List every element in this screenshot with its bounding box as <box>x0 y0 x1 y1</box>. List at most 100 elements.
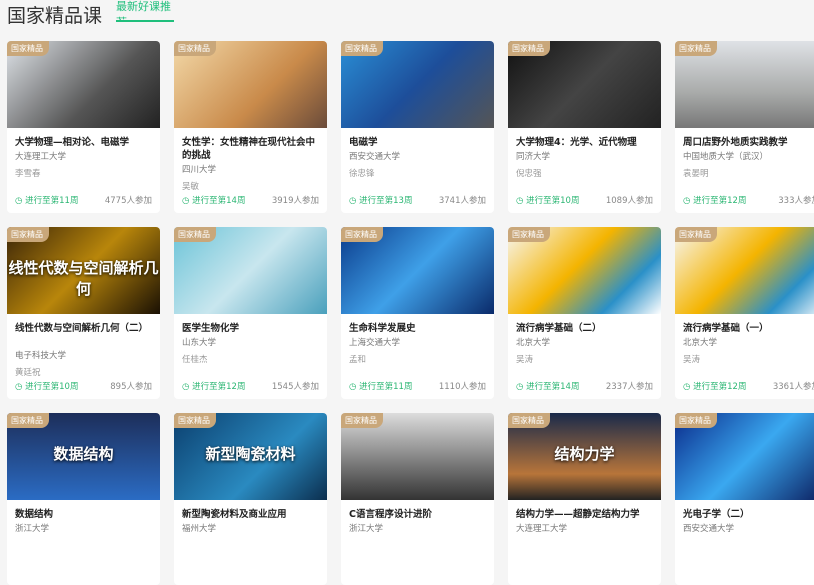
enroll-count: 1545人参加 <box>271 382 319 392</box>
national-badge: 国家精品 <box>7 413 49 428</box>
clock-icon: ◷ <box>516 196 527 206</box>
course-thumbnail[interactable]: 国家精品 线性代数与空间解析几何 <box>7 227 160 314</box>
course-thumbnail[interactable]: 国家精品 数据结构 <box>7 413 160 500</box>
course-title[interactable]: 周口店野外地质实践教学 <box>683 136 814 149</box>
course-card[interactable]: 国家精品 医学生物化学 山东大学 任桂杰 ◷ 进行至第12周 1545人参加 <box>174 227 327 399</box>
course-card[interactable]: 国家精品 数据结构 数据结构 浙江大学 <box>7 413 160 585</box>
course-thumbnail[interactable]: 国家精品 结构力学 <box>508 413 661 500</box>
clock-icon: ◷ <box>683 196 694 206</box>
national-badge: 国家精品 <box>675 413 717 428</box>
course-school: 山东大学 <box>182 338 217 348</box>
clock-icon: ◷ <box>349 382 360 392</box>
course-card[interactable]: 国家精品 周口店野外地质实践教学 中国地质大学（武汉） 袁晏明 ◷ 进行至第12… <box>675 41 814 213</box>
course-school: 中国地质大学（武汉） <box>683 152 769 162</box>
course-school: 同济大学 <box>516 152 551 162</box>
course-card[interactable]: 国家精品 大学物理—相对论、电磁学 大连理工大学 李雪春 ◷ 进行至第11周 47… <box>7 41 160 213</box>
course-title[interactable]: 流行病学基础（二） <box>516 322 653 335</box>
course-school: 大连理工大学 <box>15 152 67 162</box>
enroll-count: 3741人参加 <box>438 196 486 206</box>
course-title[interactable]: 流行病学基础（一） <box>683 322 814 335</box>
course-thumbnail[interactable]: 国家精品 新型陶瓷材料 <box>174 413 327 500</box>
course-title[interactable]: 电磁学 <box>349 136 486 149</box>
course-school: 福州大学 <box>182 524 217 534</box>
course-title[interactable]: 结构力学——超静定结构力学 <box>516 508 653 521</box>
national-badge: 国家精品 <box>508 227 550 242</box>
national-badge: 国家精品 <box>675 227 717 242</box>
course-teacher: 吴涛 <box>683 355 701 365</box>
course-teacher: 孟和 <box>349 355 367 365</box>
course-title[interactable]: 女性学：女性精神在现代社会中的挑战 <box>182 136 319 162</box>
course-thumbnail[interactable]: 国家精品 <box>675 41 814 128</box>
course-card[interactable]: 国家精品 线性代数与空间解析几何 线性代数与空间解析几何（二） 电子科技大学 黄… <box>7 227 160 399</box>
clock-icon: ◷ <box>182 382 193 392</box>
course-school: 浙江大学 <box>15 524 50 534</box>
course-card[interactable]: 国家精品 结构力学 结构力学——超静定结构力学 大连理工大学 <box>508 413 661 585</box>
course-school: 电子科技大学 <box>15 351 67 361</box>
course-card[interactable]: 国家精品 生命科学发展史 上海交通大学 孟和 ◷ 进行至第11周 1110人参加 <box>341 227 494 399</box>
course-title[interactable]: 生命科学发展史 <box>349 322 486 335</box>
clock-icon: ◷ <box>516 382 527 392</box>
course-card[interactable]: 国家精品 C语言程序设计进阶 浙江大学 <box>341 413 494 585</box>
course-thumbnail[interactable]: 国家精品 <box>341 413 494 500</box>
course-teacher: 任桂杰 <box>182 355 208 365</box>
course-thumbnail[interactable]: 国家精品 <box>508 227 661 314</box>
course-card[interactable]: 国家精品 流行病学基础（二） 北京大学 吴涛 ◷ 进行至第14周 2337人参加 <box>508 227 661 399</box>
course-card[interactable]: 国家精品 大学物理4：光学、近代物理 同济大学 倪忠强 ◷ 进行至第10周 108… <box>508 41 661 213</box>
course-thumbnail[interactable]: 国家精品 <box>341 227 494 314</box>
national-badge: 国家精品 <box>174 227 216 242</box>
course-title[interactable]: 光电子学（二） <box>683 508 814 521</box>
enroll-count: 895人参加 <box>110 382 152 392</box>
course-card[interactable]: 国家精品 光电子学（二） 西安交通大学 <box>675 413 814 585</box>
course-thumbnail[interactable]: 国家精品 <box>174 41 327 128</box>
course-title[interactable]: 数据结构 <box>15 508 152 521</box>
course-thumbnail[interactable]: 国家精品 <box>174 227 327 314</box>
national-badge: 国家精品 <box>341 227 383 242</box>
course-title[interactable]: C语言程序设计进阶 <box>349 508 486 521</box>
tab-latest-recommended[interactable]: 最新好课推荐 <box>116 0 174 22</box>
national-badge: 国家精品 <box>508 413 550 428</box>
course-teacher: 黄廷祝 <box>15 368 41 378</box>
progress-status: ◷ 进行至第11周 <box>15 194 78 206</box>
page-title: 国家精品课 <box>7 5 103 27</box>
national-badge: 国家精品 <box>7 41 49 56</box>
progress-status: ◷ 进行至第13周 <box>349 194 412 206</box>
clock-icon: ◷ <box>683 382 694 392</box>
national-badge: 国家精品 <box>174 41 216 56</box>
enroll-count: 1089人参加 <box>605 196 653 206</box>
course-school: 四川大学 <box>182 165 217 175</box>
course-card[interactable]: 国家精品 流行病学基础（一） 北京大学 吴涛 ◷ 进行至第12周 3361人参加 <box>675 227 814 399</box>
progress-text: 进行至第12周 <box>192 382 246 392</box>
progress-text: 进行至第12周 <box>693 382 747 392</box>
progress-status: ◷ 进行至第10周 <box>516 194 579 206</box>
progress-status: ◷ 进行至第12周 <box>182 380 245 392</box>
course-school: 西安交通大学 <box>683 524 735 534</box>
course-thumbnail[interactable]: 国家精品 <box>341 41 494 128</box>
thumbnail-text: 新型陶瓷材料 <box>205 445 296 463</box>
course-card[interactable]: 国家精品 新型陶瓷材料 新型陶瓷材料及商业应用 福州大学 <box>174 413 327 585</box>
course-teacher: 倪忠强 <box>516 169 542 179</box>
progress-text: 进行至第14周 <box>526 382 580 392</box>
national-badge: 国家精品 <box>7 227 49 242</box>
thumbnail-text: 线性代数与空间解析几何 <box>8 259 159 298</box>
course-title[interactable]: 大学物理4：光学、近代物理 <box>516 136 653 149</box>
course-teacher: 徐忠锋 <box>349 169 375 179</box>
course-title[interactable]: 线性代数与空间解析几何（二） <box>15 322 152 348</box>
course-school: 上海交通大学 <box>349 338 401 348</box>
progress-text: 进行至第10周 <box>25 382 79 392</box>
course-title[interactable]: 医学生物化学 <box>182 322 319 335</box>
progress-status: ◷ 进行至第14周 <box>182 194 245 206</box>
course-title[interactable]: 新型陶瓷材料及商业应用 <box>182 508 319 521</box>
course-thumbnail[interactable]: 国家精品 <box>675 413 814 500</box>
progress-text: 进行至第12周 <box>693 196 747 206</box>
course-card[interactable]: 国家精品 电磁学 西安交通大学 徐忠锋 ◷ 进行至第13周 3741人参加 <box>341 41 494 213</box>
course-thumbnail[interactable]: 国家精品 <box>7 41 160 128</box>
enroll-count: 333人参加 <box>778 196 814 206</box>
course-thumbnail[interactable]: 国家精品 <box>675 227 814 314</box>
course-card[interactable]: 国家精品 女性学：女性精神在现代社会中的挑战 四川大学 吴敏 ◷ 进行至第14周… <box>174 41 327 213</box>
course-title[interactable]: 大学物理—相对论、电磁学 <box>15 136 152 149</box>
course-thumbnail[interactable]: 国家精品 <box>508 41 661 128</box>
national-badge: 国家精品 <box>675 41 717 56</box>
course-school: 浙江大学 <box>349 524 384 534</box>
progress-status: ◷ 进行至第12周 <box>683 380 746 392</box>
national-badge: 国家精品 <box>508 41 550 56</box>
